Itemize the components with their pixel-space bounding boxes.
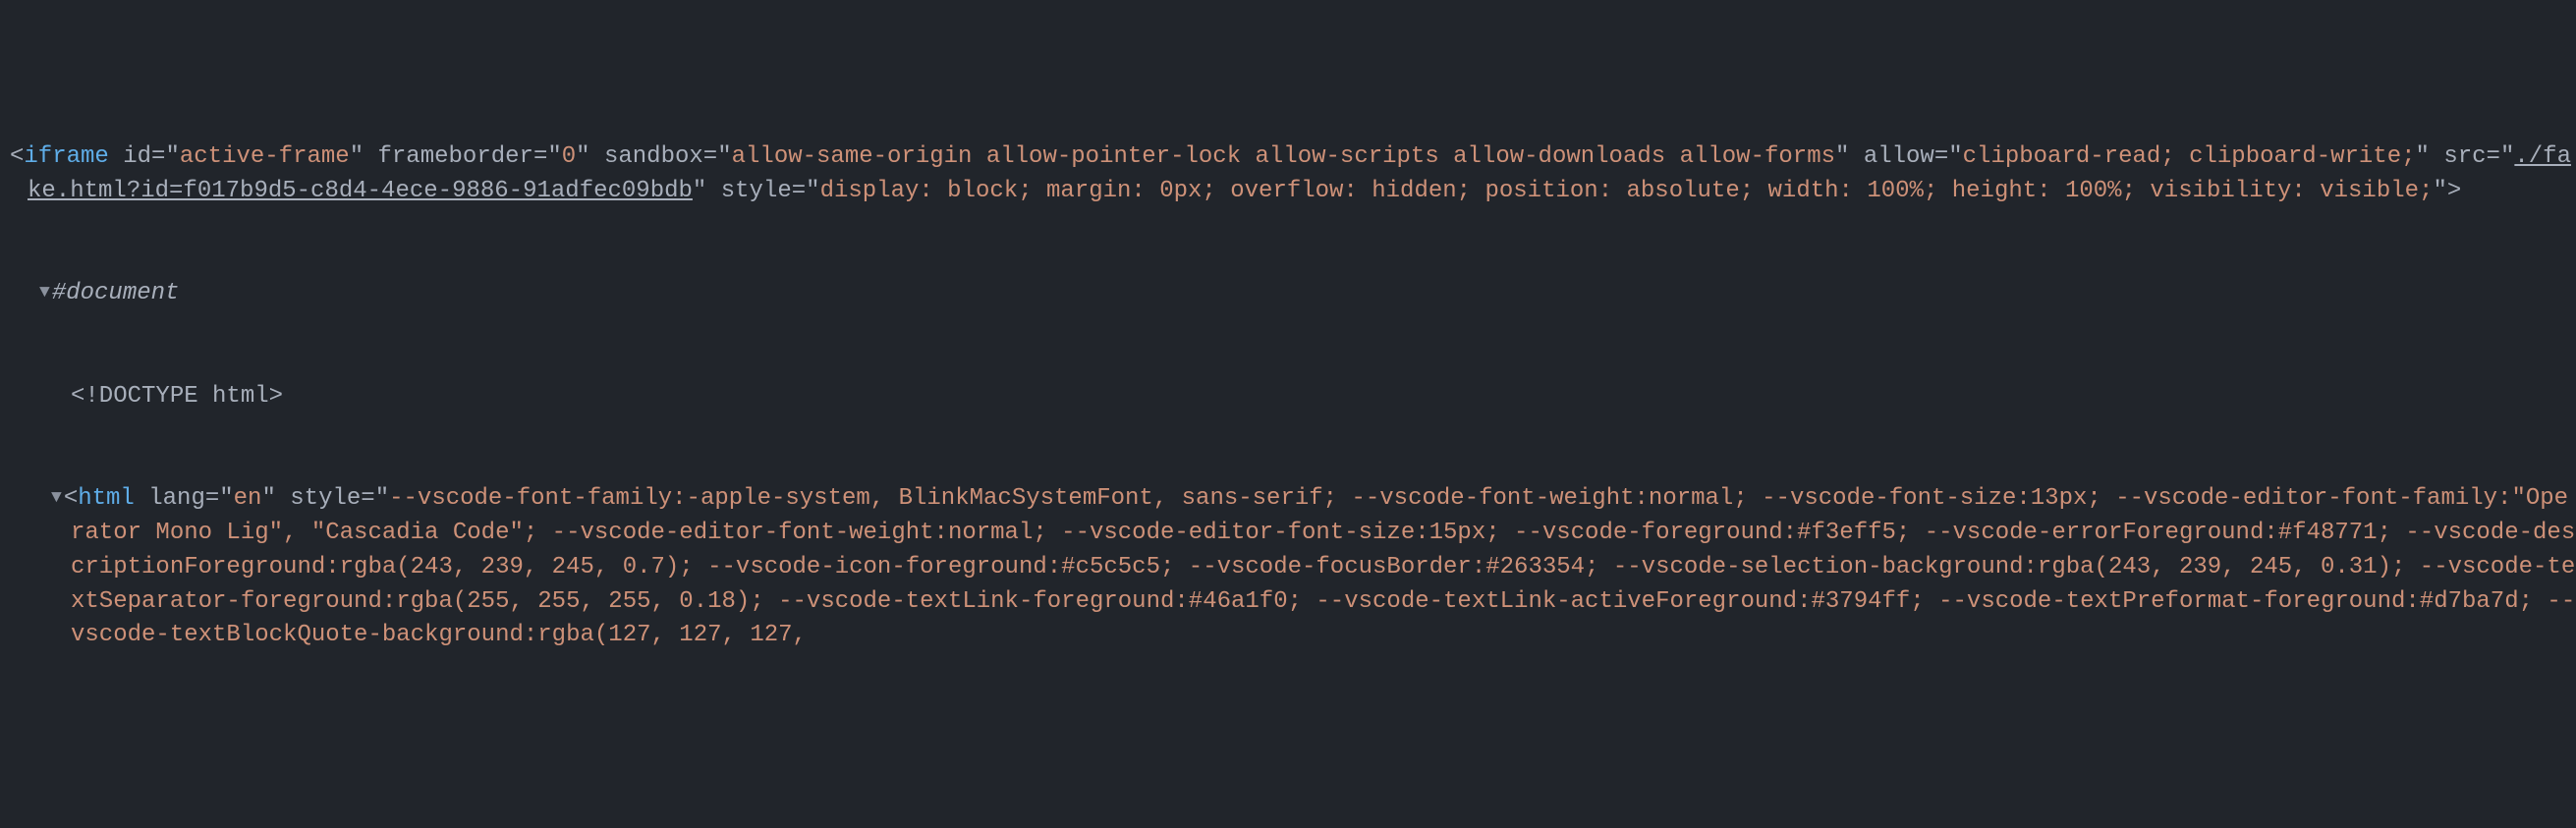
attr-sandbox-name: sandbox [604, 143, 703, 170]
attr-id-val: active-frame [180, 143, 350, 170]
shadow-document-label: #document [52, 280, 180, 306]
expand-arrow-icon[interactable]: ▼ [39, 280, 50, 305]
attr-src-name: src [2443, 143, 2486, 170]
attr-allow-name: allow [1864, 143, 1934, 170]
dom-node-document[interactable]: ▼#document [0, 277, 2576, 311]
expand-arrow-icon[interactable]: ▼ [51, 485, 62, 511]
open-bracket: < [10, 143, 24, 170]
attr-sandbox-val: allow-same-origin allow-pointer-lock all… [732, 143, 1835, 170]
attr-style-name: style [721, 178, 792, 204]
attr-id-name: id [123, 143, 151, 170]
attr-frameborder-name: frameborder [378, 143, 533, 170]
attr-style-val-html: --vscode-font-family:-apple-system, Blin… [71, 485, 2575, 648]
attr-lang-name: lang [148, 485, 205, 512]
attr-lang-val: en [234, 485, 262, 512]
dom-node-doctype[interactable]: <!DOCTYPE html> [0, 380, 2576, 414]
doctype-text: <!DOCTYPE html> [71, 383, 283, 410]
dom-node-iframe[interactable]: ▼<iframe id="active-frame" frameborder="… [0, 140, 2576, 209]
attr-style-name: style [290, 485, 361, 512]
attr-frameborder-val: 0 [562, 143, 576, 170]
open-bracket: < [64, 485, 78, 512]
dom-node-html[interactable]: ▼<html lang="en" style="--vscode-font-fa… [0, 482, 2576, 653]
attr-style-val: display: block; margin: 0px; overflow: h… [820, 178, 2434, 204]
tag-name-iframe: iframe [24, 143, 108, 170]
attr-allow-val: clipboard-read; clipboard-write; [1963, 143, 2416, 170]
tag-name-html: html [78, 485, 135, 512]
